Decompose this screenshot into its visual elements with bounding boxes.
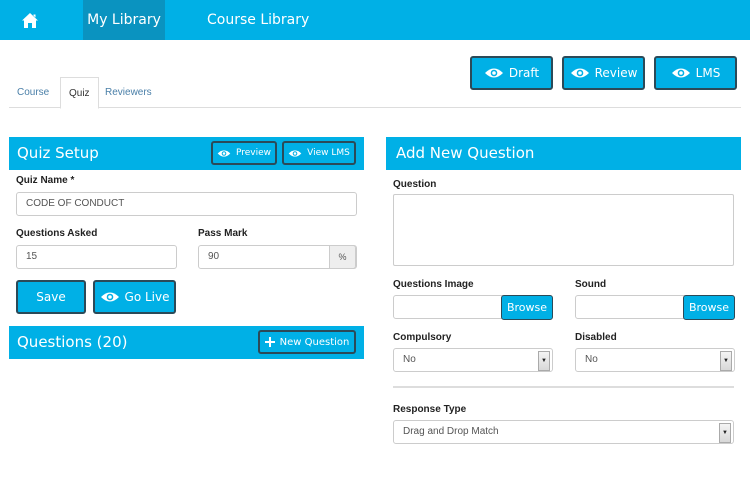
tab-quiz[interactable]: Quiz <box>60 77 99 109</box>
save-button[interactable]: Save <box>16 280 86 314</box>
response-type-select[interactable]: Drag and Drop Match ▼ <box>393 420 734 444</box>
view-lms-label: View LMS <box>307 147 350 158</box>
response-type-label: Response Type <box>393 404 467 415</box>
percent-addon: % <box>329 245 356 269</box>
tab-course[interactable]: Course <box>9 77 57 108</box>
question-textarea[interactable] <box>393 194 734 266</box>
eye-icon <box>100 292 119 302</box>
chevron-down-icon: ▼ <box>719 423 731 443</box>
questions-image-input[interactable]: Browse <box>393 295 553 320</box>
eye-icon <box>288 149 302 157</box>
tab-reviewers[interactable]: Reviewers <box>97 77 160 108</box>
preview-label: Preview <box>235 147 272 158</box>
response-type-value: Drag and Drop Match <box>403 426 499 437</box>
disabled-label: Disabled <box>575 332 617 343</box>
sound-input[interactable]: Browse <box>575 295 735 320</box>
quiz-name-label: Quiz Name * <box>16 175 75 186</box>
top-navbar: My Library Course Library <box>0 0 750 40</box>
image-browse-button[interactable]: Browse <box>501 295 553 320</box>
quiz-setup-title: Quiz Setup <box>17 144 99 162</box>
compulsory-select[interactable]: No ▼ <box>393 348 553 372</box>
quiz-name-input[interactable]: CODE OF CONDUCT <box>16 192 357 216</box>
question-label: Question <box>393 179 437 190</box>
save-label: Save <box>36 290 66 304</box>
questions-header: Questions (20) New Question <box>9 326 364 359</box>
nav-my-library[interactable]: My Library <box>83 0 165 40</box>
go-live-button[interactable]: Go Live <box>93 280 176 314</box>
sound-label: Sound <box>575 279 607 290</box>
questions-title: Questions (20) <box>17 333 128 351</box>
compulsory-value: No <box>403 354 416 365</box>
chevron-down-icon: ▼ <box>538 351 550 371</box>
disabled-select[interactable]: No ▼ <box>575 348 735 372</box>
add-question-title: Add New Question <box>396 144 535 162</box>
chevron-down-icon: ▼ <box>720 351 732 371</box>
home-button[interactable] <box>0 0 60 40</box>
view-lms-button[interactable]: View LMS <box>282 141 356 165</box>
eye-icon <box>217 149 231 157</box>
disabled-value: No <box>585 354 598 365</box>
quiz-setup-header: Quiz Setup Preview View LMS <box>9 137 364 170</box>
new-question-label: New Question <box>279 336 350 348</box>
questions-image-label: Questions Image <box>393 279 474 290</box>
pass-mark-label: Pass Mark <box>198 228 248 239</box>
pass-mark-field: 90 % <box>198 245 357 269</box>
go-live-label: Go Live <box>124 290 170 304</box>
preview-button[interactable]: Preview <box>211 141 277 165</box>
questions-asked-input[interactable]: 15 <box>16 245 177 269</box>
tab-bar: Course Quiz Reviewers <box>9 77 741 109</box>
home-icon <box>22 12 38 28</box>
nav-course-library[interactable]: Course Library <box>207 0 309 40</box>
plus-icon <box>264 337 275 347</box>
divider <box>393 386 734 388</box>
pass-mark-input[interactable]: 90 <box>208 251 219 262</box>
questions-asked-label: Questions Asked <box>16 228 98 239</box>
new-question-button[interactable]: New Question <box>258 330 356 354</box>
add-question-header: Add New Question <box>386 137 741 170</box>
compulsory-label: Compulsory <box>393 332 452 343</box>
sound-browse-button[interactable]: Browse <box>683 295 735 320</box>
